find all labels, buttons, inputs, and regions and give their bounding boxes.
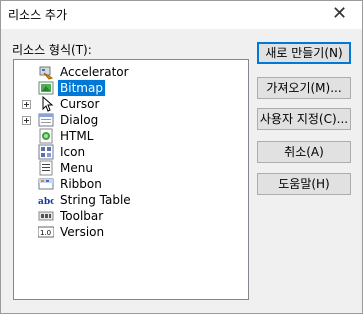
version-icon: 1.0 xyxy=(37,224,55,240)
close-icon[interactable]: ✕ xyxy=(317,1,362,29)
cursor-icon xyxy=(38,95,54,112)
svg-text:abc: abc xyxy=(38,197,54,207)
tree-item-label: String Table xyxy=(60,193,131,207)
tree-item-cursor[interactable]: Cursor xyxy=(14,95,234,112)
tree-item-label: Bitmap xyxy=(57,79,106,97)
tree-item-bitmap[interactable]: Bitmap xyxy=(14,79,234,97)
menu-icon xyxy=(38,160,54,176)
expand-icon[interactable] xyxy=(22,100,31,109)
new-button[interactable]: 새로 만들기(N) xyxy=(257,42,351,64)
dialog-icon xyxy=(38,112,54,128)
tree-item-version[interactable]: 1.0 Version xyxy=(14,224,234,240)
accelerator-icon xyxy=(38,64,54,80)
tree-item-label: Dialog xyxy=(60,113,99,127)
ribbon-icon xyxy=(38,176,54,192)
import-button[interactable]: 가져오기(M)... xyxy=(257,77,351,99)
cancel-button[interactable]: 취소(A) xyxy=(257,141,351,163)
tree-item-toolbar[interactable]: Toolbar xyxy=(14,208,234,224)
icon-resource-icon xyxy=(38,144,54,160)
toolbar-icon xyxy=(38,208,54,224)
custom-button[interactable]: 사용자 지정(C)... xyxy=(257,108,351,130)
tree-item-label: Icon xyxy=(60,145,86,159)
tree-item-label: Toolbar xyxy=(60,209,104,223)
tree-item-label: Accelerator xyxy=(60,65,129,79)
resource-type-tree[interactable]: Accelerator Bitmap Cursor Dialog HTML Ic… xyxy=(13,59,249,300)
tree-item-menu[interactable]: Menu xyxy=(14,160,234,176)
dialog-title: 리소스 추가 xyxy=(8,8,68,22)
tree-item-icon[interactable]: Icon xyxy=(14,144,234,160)
tree-item-label: Cursor xyxy=(60,97,100,111)
tree-item-label: Menu xyxy=(60,161,93,175)
title-bar[interactable]: 리소스 추가 ✕ xyxy=(1,1,362,29)
add-resource-dialog: 리소스 추가 ✕ 리소스 형식(T): Accelerator Bitmap C… xyxy=(0,0,363,314)
tree-item-label: Version xyxy=(60,225,105,239)
svg-text:1.0: 1.0 xyxy=(40,229,51,237)
tree-item-ribbon[interactable]: Ribbon xyxy=(14,176,234,192)
tree-item-string-table[interactable]: abc String Table xyxy=(14,192,234,208)
tree-item-html[interactable]: HTML xyxy=(14,128,234,144)
tree-item-accelerator[interactable]: Accelerator xyxy=(14,64,234,80)
string-table-icon: abc xyxy=(38,192,56,208)
tree-item-dialog[interactable]: Dialog xyxy=(14,112,234,128)
html-icon xyxy=(38,128,54,144)
tree-item-label: HTML xyxy=(60,129,94,143)
resource-type-label: 리소스 형식(T): xyxy=(12,43,92,57)
expand-icon[interactable] xyxy=(22,116,31,125)
tree-item-label: Ribbon xyxy=(60,177,102,191)
bitmap-icon xyxy=(38,80,54,96)
help-button[interactable]: 도움말(H) xyxy=(257,173,351,195)
